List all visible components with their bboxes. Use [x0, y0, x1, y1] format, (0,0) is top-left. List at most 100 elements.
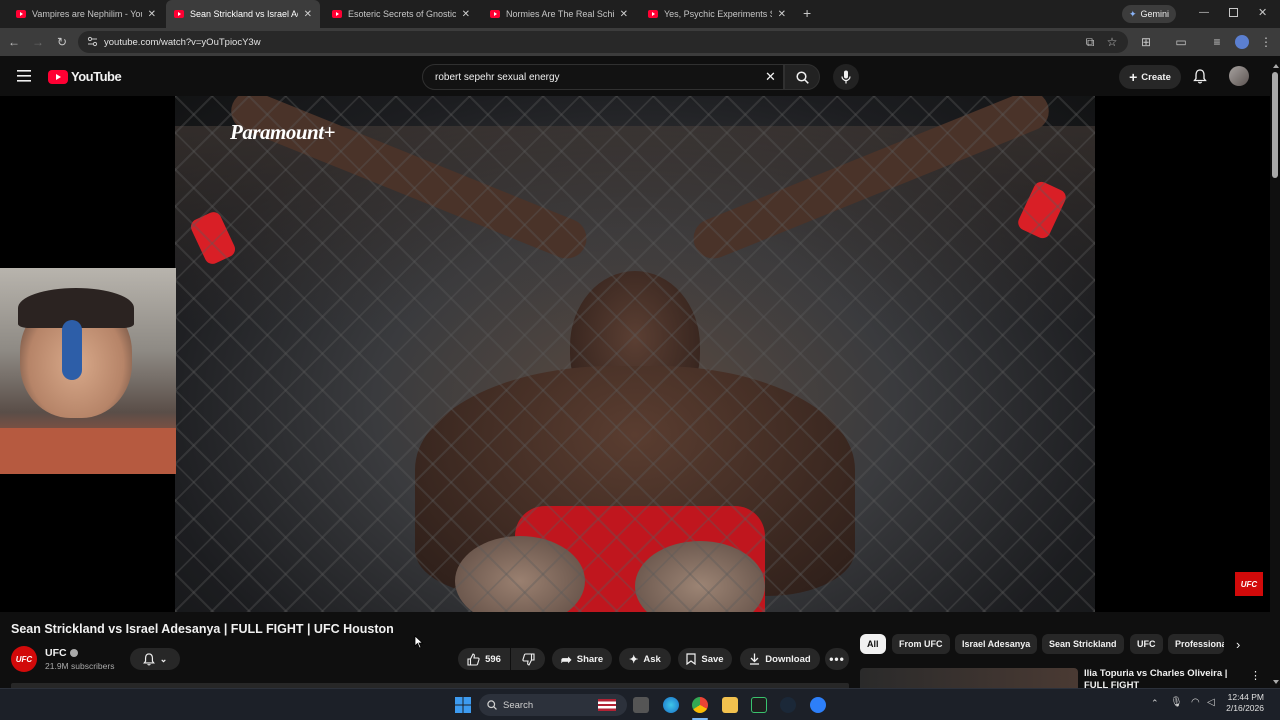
bookmark-star-icon[interactable]: ☆ — [1104, 34, 1120, 50]
browser-tab-active[interactable]: Sean Strickland vs Israel Adesa ✕ — [166, 0, 320, 28]
youtube-logo[interactable]: YouTube — [48, 69, 122, 84]
gemini-label: Gemini — [1140, 9, 1170, 19]
notifications-bell-icon[interactable] — [1193, 69, 1207, 84]
browser-tab[interactable]: Vampires are Nephilim - YouTu ✕ — [8, 0, 164, 28]
profile-avatar[interactable] — [1235, 35, 1249, 49]
search-button[interactable] — [784, 64, 820, 90]
back-arrow-icon[interactable]: ← — [6, 34, 22, 50]
subscriber-count: 21.9M subscribers — [45, 661, 115, 671]
bookmark-icon — [686, 653, 697, 665]
url-text: youtube.com/watch?v=yOuTpiocY3w — [104, 36, 261, 48]
close-window-icon[interactable]: ✕ — [1258, 6, 1267, 19]
chip-sean-strickland[interactable]: Sean Strickland — [1042, 634, 1124, 654]
search-query-text: robert sepehr sexual energy — [435, 71, 560, 83]
volume-icon[interactable]: ◁ — [1207, 697, 1215, 708]
close-tab-icon[interactable]: ✕ — [148, 9, 156, 20]
bell-icon — [142, 652, 155, 665]
taskbar-search-box[interactable]: Search — [479, 694, 627, 716]
task-view-icon[interactable] — [633, 697, 649, 713]
more-actions-button[interactable]: ••• — [825, 648, 849, 670]
tab-title: Vampires are Nephilim - YouTu — [32, 9, 142, 19]
app-icon[interactable] — [810, 697, 826, 713]
recommended-menu-icon[interactable]: ⋮ — [1250, 669, 1261, 682]
recommended-video-title[interactable]: Ilia Topuria vs Charles Oliveira | FULL … — [1084, 668, 1244, 688]
flag-icon — [598, 699, 616, 711]
edge-browser-icon[interactable] — [663, 697, 679, 713]
minimize-icon[interactable]: — — [1199, 7, 1209, 18]
thumbs-up-icon — [467, 652, 480, 666]
download-icon — [750, 653, 760, 665]
ask-button[interactable]: ✦ Ask — [619, 648, 671, 670]
windows-start-icon[interactable] — [455, 697, 471, 713]
save-label: Save — [701, 653, 724, 665]
hamburger-menu-icon[interactable] — [17, 70, 31, 82]
scroll-down-icon[interactable] — [1273, 680, 1279, 684]
sidebar-icon[interactable]: ▭ — [1173, 34, 1189, 50]
webcam-person-shirt — [0, 428, 176, 474]
channel-name[interactable]: UFC — [45, 647, 67, 659]
browser-tab[interactable]: Normies Are The Real Schizos ✕ — [482, 0, 636, 28]
youtube-favicon-icon — [332, 10, 342, 18]
taskbar-clock[interactable]: 12:44 PM 2/16/2026 — [1222, 692, 1264, 714]
browser-tab-strip: Vampires are Nephilim - YouTu ✕ Sean Str… — [0, 0, 1280, 28]
chip-from-ufc[interactable]: From UFC — [892, 634, 950, 654]
install-app-icon[interactable]: ⧉ — [1082, 34, 1098, 50]
chip-ufc[interactable]: UFC — [1130, 634, 1163, 654]
chip-all[interactable]: All — [860, 634, 886, 654]
wifi-icon[interactable]: ◠ — [1191, 697, 1200, 708]
chip-israel-adesanya[interactable]: Israel Adesanya — [955, 634, 1038, 654]
chevron-right-icon[interactable]: › — [1236, 637, 1240, 652]
search-input[interactable]: robert sepehr sexual energy ✕ — [422, 64, 784, 90]
download-button[interactable]: Download — [740, 648, 820, 670]
close-tab-icon[interactable]: ✕ — [778, 9, 786, 20]
new-tab-icon[interactable]: + — [803, 6, 811, 20]
scrollbar-thumb[interactable] — [1272, 72, 1278, 178]
channel-avatar[interactable]: UFC — [11, 646, 37, 672]
video-player[interactable]: Paramount+ UFC — [0, 96, 1270, 612]
clear-search-icon[interactable]: ✕ — [765, 70, 776, 84]
browser-tab[interactable]: Esoteric Secrets of Gnostic Bapt ✕ — [324, 0, 478, 28]
scroll-up-icon[interactable] — [1273, 64, 1279, 68]
close-tab-icon[interactable]: ✕ — [462, 9, 470, 20]
recommended-thumbnail[interactable] — [860, 668, 1078, 688]
chevron-down-icon: ⌄ — [159, 653, 168, 664]
clock-time: 12:44 PM — [1227, 692, 1264, 702]
dislike-button[interactable] — [511, 648, 545, 670]
maximize-icon[interactable] — [1229, 8, 1238, 17]
share-button[interactable]: ➦ Share — [552, 648, 612, 670]
subscription-bell-button[interactable]: ⌄ — [130, 648, 180, 670]
close-tab-icon[interactable]: ✕ — [620, 9, 628, 20]
browser-tab[interactable]: Yes, Psychic Experiments Still H ✕ — [640, 0, 794, 28]
microphone-tray-icon[interactable]: 🎙 — [1170, 697, 1183, 708]
microphone-icon — [841, 70, 851, 84]
chip-professional[interactable]: Professiona — [1168, 634, 1224, 654]
chrome-browser-icon[interactable] — [692, 697, 708, 713]
more-horizontal-icon: ••• — [829, 652, 845, 666]
page-scrollbar[interactable] — [1270, 56, 1280, 688]
like-button[interactable]: 596 — [458, 648, 510, 670]
steam-icon[interactable] — [780, 697, 796, 713]
channel-name-row[interactable]: UFC — [45, 647, 78, 659]
extensions-icon[interactable]: ⊞ — [1138, 34, 1154, 50]
site-info-icon[interactable] — [87, 36, 98, 47]
save-button[interactable]: Save — [678, 648, 732, 670]
browser-menu-icon[interactable]: ⋮ — [1258, 34, 1274, 50]
search-icon — [487, 700, 497, 710]
gemini-button[interactable]: ✦ Gemini — [1122, 5, 1176, 23]
terminal-app-icon[interactable] — [751, 697, 767, 713]
forward-arrow-icon[interactable]: → — [30, 34, 46, 50]
address-bar[interactable]: youtube.com/watch?v=yOuTpiocY3w — [78, 31, 1128, 53]
create-button[interactable]: + Create — [1119, 65, 1181, 89]
verified-badge-icon — [69, 649, 78, 657]
show-hidden-icons-icon[interactable]: ⌃ — [1151, 698, 1159, 709]
tab-title: Sean Strickland vs Israel Adesa — [190, 9, 298, 19]
voice-search-button[interactable] — [833, 64, 859, 90]
close-tab-icon[interactable]: ✕ — [304, 9, 312, 20]
file-explorer-icon[interactable] — [722, 697, 738, 713]
youtube-favicon-icon — [16, 10, 26, 18]
reload-icon[interactable]: ↻ — [54, 34, 70, 50]
video-frame: Paramount+ — [175, 96, 1095, 612]
account-avatar[interactable] — [1229, 66, 1249, 86]
tab-search-icon[interactable]: ≡ — [1209, 34, 1225, 50]
video-title: Sean Strickland vs Israel Adesanya | FUL… — [11, 622, 394, 636]
